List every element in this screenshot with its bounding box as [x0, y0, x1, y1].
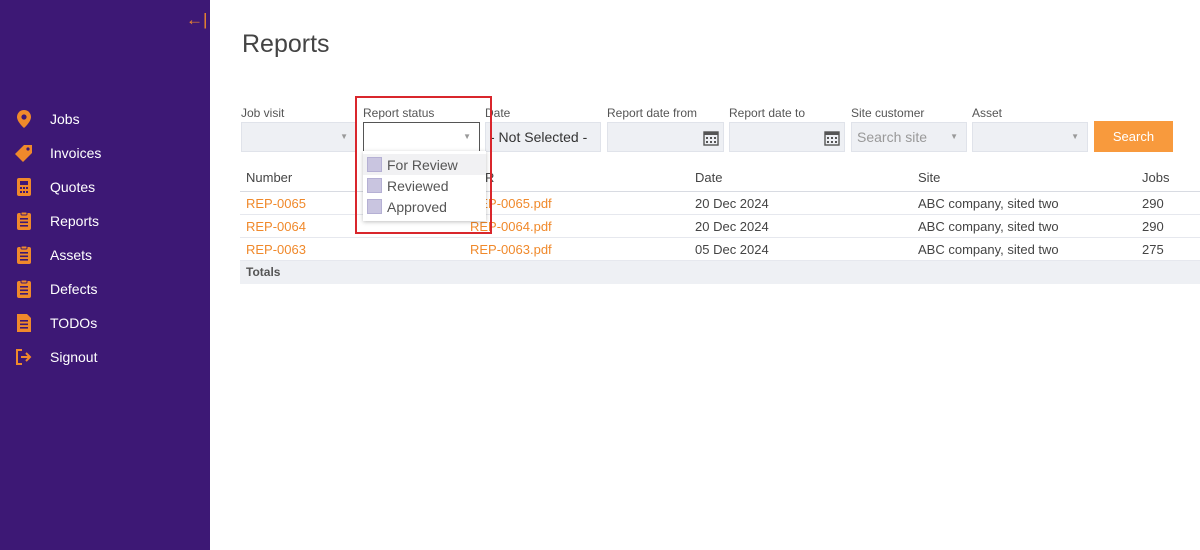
- sidebar-item-signout[interactable]: Signout: [0, 340, 210, 374]
- report-date-to-input[interactable]: [729, 122, 845, 152]
- report-date-to-filter: Report date to: [729, 104, 845, 152]
- checkbox-icon[interactable]: [367, 178, 382, 193]
- sidebar-nav: Jobs Invoices Quotes Reports Assets Defe…: [0, 102, 210, 374]
- sidebar-item-todos[interactable]: TODOs: [0, 306, 210, 340]
- document-icon: [14, 313, 34, 333]
- tag-icon: [14, 143, 34, 163]
- calculator-icon: [14, 177, 34, 197]
- report-date-from-filter: Report date from: [607, 104, 724, 152]
- sidebar-item-label: Signout: [50, 349, 98, 365]
- page-title: Reports: [242, 30, 330, 58]
- sidebar-item-label: TODOs: [50, 315, 98, 331]
- sidebar-item-invoices[interactable]: Invoices: [0, 136, 210, 170]
- date-filter: Date - Not Selected -: [485, 104, 601, 152]
- site-customer-filter: Site customer Search site ▼: [851, 104, 967, 152]
- checkbox-icon[interactable]: [367, 157, 382, 172]
- sidebar-item-label: Invoices: [50, 145, 102, 161]
- search-button[interactable]: Search: [1094, 121, 1173, 152]
- status-option-for-review[interactable]: For Review: [363, 154, 486, 175]
- status-option-reviewed[interactable]: Reviewed: [363, 175, 486, 196]
- chevron-down-icon: ▼: [463, 132, 471, 141]
- clipboard-icon: [14, 279, 34, 299]
- job-visit-label: Job visit: [241, 106, 285, 120]
- asset-filter: Asset ▼: [972, 104, 1088, 152]
- status-option-label: Approved: [387, 198, 447, 215]
- totals-row: Totals: [240, 261, 1200, 284]
- sidebar-item-reports[interactable]: Reports: [0, 204, 210, 238]
- table-row: REP-0063 REP-0063.pdf 05 Dec 2024 ABC co…: [240, 238, 1200, 261]
- sidebar-item-label: Jobs: [50, 111, 80, 127]
- date-value: - Not Selected -: [490, 129, 588, 145]
- column-header-jobs[interactable]: Jobs: [1142, 170, 1169, 185]
- site-customer-placeholder: Search site: [857, 129, 928, 145]
- report-status-filter: Report status ▼: [363, 104, 480, 152]
- sidebar: ←| Jobs Invoices Quotes Reports Assets D…: [0, 0, 210, 550]
- chevron-down-icon: ▼: [340, 132, 348, 141]
- report-number-link[interactable]: REP-0065: [246, 196, 306, 211]
- site-customer-label: Site customer: [851, 106, 925, 120]
- sidebar-item-label: Defects: [50, 281, 98, 297]
- sidebar-item-jobs[interactable]: Jobs: [0, 102, 210, 136]
- report-status-label: Report status: [363, 106, 435, 120]
- report-site: ABC company, sited two: [918, 196, 1059, 211]
- sidebar-item-quotes[interactable]: Quotes: [0, 170, 210, 204]
- status-option-label: Reviewed: [387, 177, 449, 194]
- sidebar-item-defects[interactable]: Defects: [0, 272, 210, 306]
- status-option-approved[interactable]: Approved: [363, 196, 486, 217]
- report-jobs: 290: [1142, 219, 1164, 234]
- report-site: ABC company, sited two: [918, 219, 1059, 234]
- collapse-sidebar-icon[interactable]: ←|: [186, 10, 207, 30]
- report-jobs: 275: [1142, 242, 1164, 257]
- checkbox-icon[interactable]: [367, 199, 382, 214]
- column-header-site[interactable]: Site: [918, 170, 940, 185]
- sidebar-item-assets[interactable]: Assets: [0, 238, 210, 272]
- report-site: ABC company, sited two: [918, 242, 1059, 257]
- report-date: 20 Dec 2024: [695, 219, 769, 234]
- report-date-to-label: Report date to: [729, 106, 806, 120]
- column-header-date[interactable]: Date: [695, 170, 722, 185]
- report-date: 20 Dec 2024: [695, 196, 769, 211]
- calendar-icon[interactable]: [824, 127, 840, 151]
- clipboard-icon: [14, 245, 34, 265]
- report-number-link[interactable]: REP-0063: [246, 242, 306, 257]
- date-label: Date: [485, 106, 511, 120]
- sidebar-item-label: Quotes: [50, 179, 96, 195]
- report-status-dropdown: For Review Reviewed Approved: [363, 151, 486, 221]
- report-file-link[interactable]: REP-0063.pdf: [470, 242, 552, 257]
- report-status-select[interactable]: ▼: [363, 122, 480, 152]
- report-date-from-label: Report date from: [607, 106, 698, 120]
- asset-label: Asset: [972, 106, 1003, 120]
- totals-label: Totals: [246, 265, 281, 279]
- report-date-from-input[interactable]: [607, 122, 724, 152]
- column-header-report[interactable]: R: [485, 170, 494, 185]
- column-header-number[interactable]: Number: [246, 170, 292, 185]
- chevron-down-icon: ▼: [950, 132, 958, 141]
- report-date: 05 Dec 2024: [695, 242, 769, 257]
- map-pin-icon: [14, 109, 34, 129]
- site-customer-search[interactable]: Search site ▼: [851, 122, 967, 152]
- sidebar-item-label: Assets: [50, 247, 93, 263]
- clipboard-icon: [14, 211, 34, 231]
- status-option-label: For Review: [387, 156, 458, 173]
- date-select[interactable]: - Not Selected -: [485, 122, 601, 152]
- signout-icon: [14, 347, 34, 367]
- report-jobs: 290: [1142, 196, 1164, 211]
- calendar-icon[interactable]: [703, 127, 719, 151]
- report-number-link[interactable]: REP-0064: [246, 219, 306, 234]
- report-file-link[interactable]: REP-0064.pdf: [470, 219, 552, 234]
- job-visit-select[interactable]: ▼: [241, 122, 357, 152]
- chevron-down-icon: ▼: [1071, 132, 1079, 141]
- job-visit-filter: Job visit ▼: [241, 104, 357, 152]
- asset-select[interactable]: ▼: [972, 122, 1088, 152]
- sidebar-item-label: Reports: [50, 213, 100, 229]
